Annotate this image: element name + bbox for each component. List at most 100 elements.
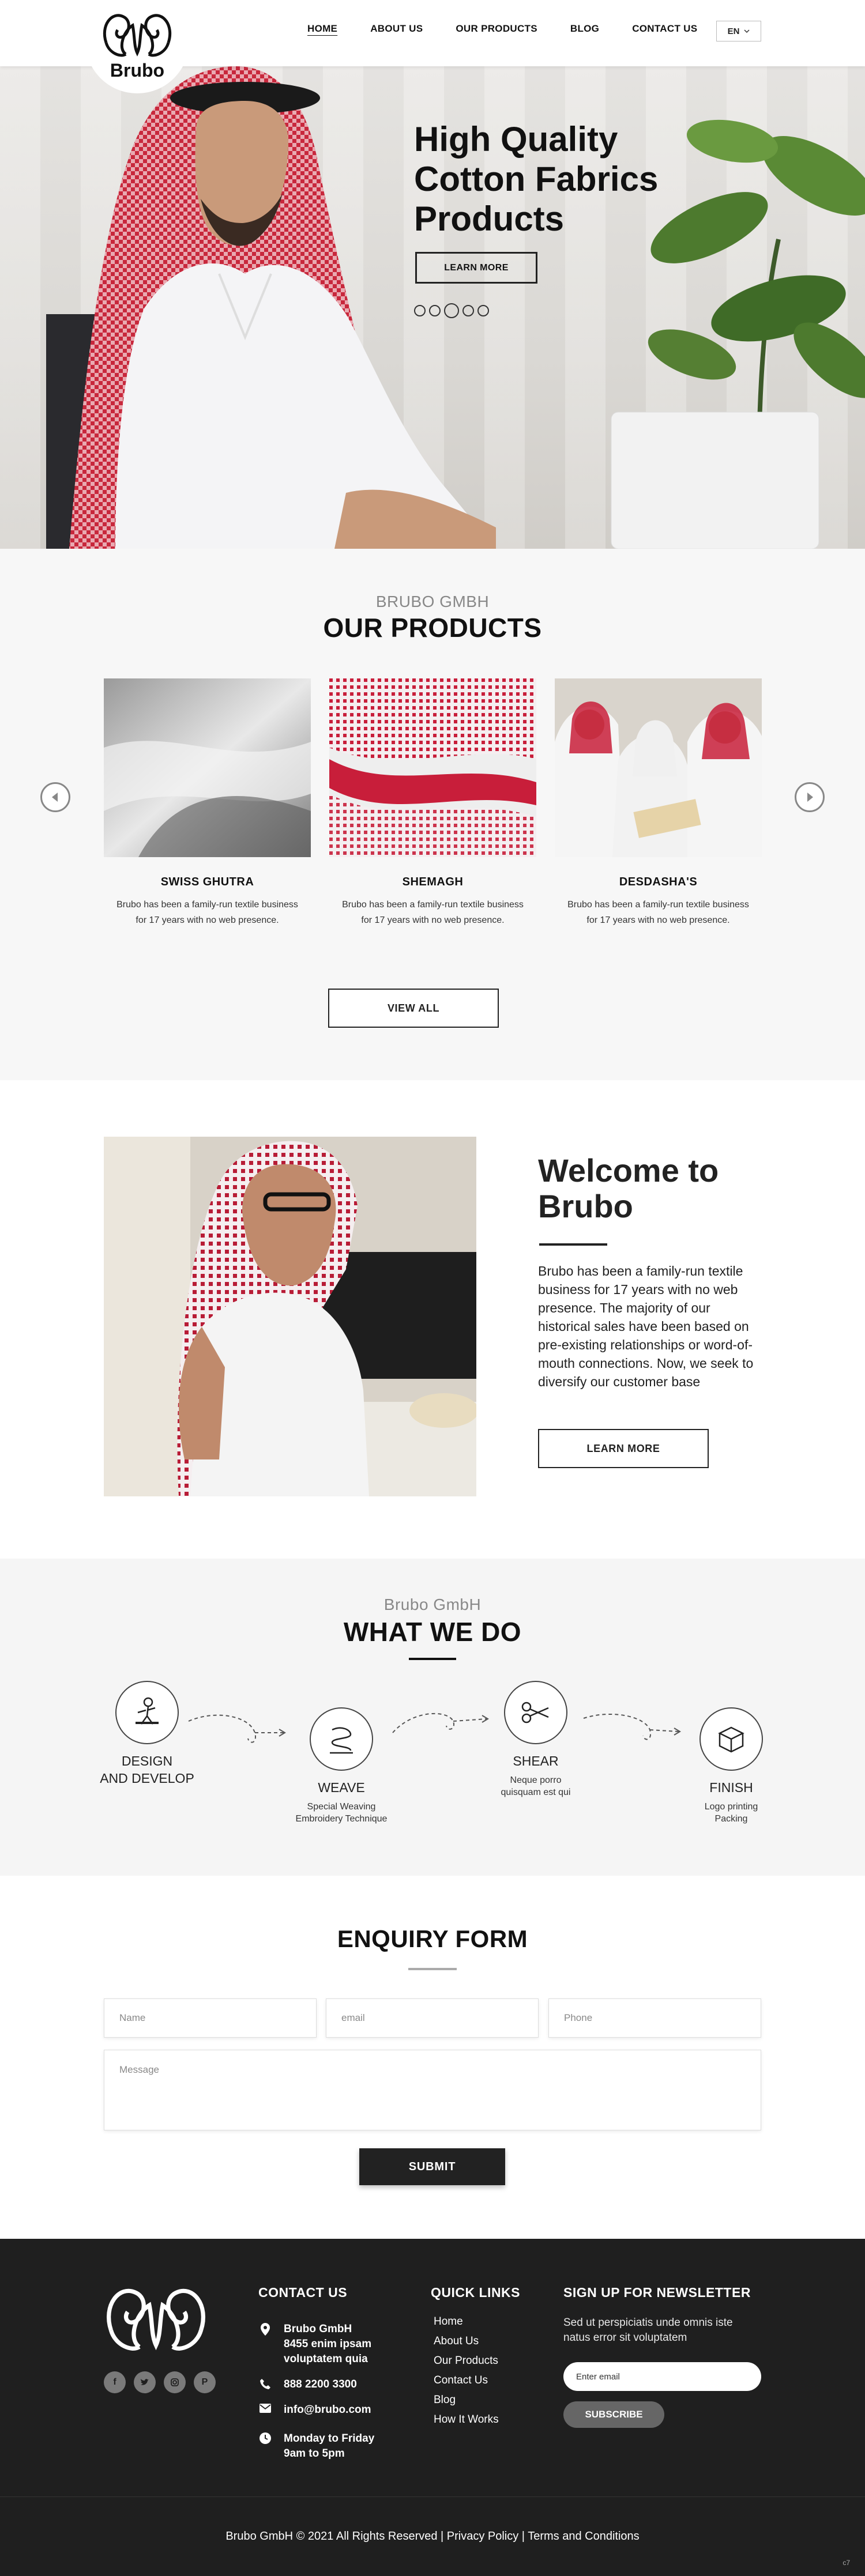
product-image-desdashas [555, 678, 762, 857]
step-title: SHEAR [513, 1753, 559, 1768]
welcome-image-man [104, 1137, 476, 1496]
nav-our-products[interactable]: OUR PRODUCTS [456, 23, 537, 35]
product-name: DESDASHA'S [619, 876, 698, 888]
footer-contact-heading: CONTACT US [258, 2285, 348, 2300]
product-card[interactable]: SWISS GHUTRA Brubo has been a family-run… [104, 678, 311, 928]
what-we-do-title: WHAT WE DO [343, 1617, 522, 1647]
footer-link-contact-us[interactable]: Contact Us [434, 2371, 499, 2390]
what-we-do-divider [409, 1658, 456, 1660]
submit-button[interactable]: SUBMIT [359, 2148, 505, 2185]
chevron-down-icon [744, 29, 750, 33]
what-we-do-section: Brubo GmbH WHAT WE DO DESIGN AND DEVELOP… [0, 1559, 865, 1876]
site-header: Brubo HOME ABOUT US OUR PRODUCTS BLOG CO… [0, 0, 865, 93]
phone-text[interactable]: 888 2200 3300 [284, 2377, 357, 2392]
nav-blog[interactable]: BLOG [570, 23, 599, 35]
corner-label: c7 [843, 2559, 850, 2567]
footer-logo-icon[interactable] [103, 2278, 209, 2356]
footer-link-blog[interactable]: Blog [434, 2390, 499, 2410]
welcome-section: Welcome to Brubo Brubo has been a family… [0, 1080, 865, 1559]
welcome-text: Brubo has been a family-run textile busi… [538, 1264, 754, 1389]
footer-link-our-products[interactable]: Our Products [434, 2351, 499, 2371]
hero-banner: High Quality Cotton Fabrics Products LEA… [0, 66, 865, 549]
hours-text: Monday to Friday 9am to 5pm [284, 2432, 375, 2460]
welcome-title-text: Welcome to Brubo [538, 1152, 719, 1224]
product-description: Brubo has been a family-run textile busi… [567, 900, 749, 925]
name-input[interactable]: Name [104, 1998, 317, 2038]
subscribe-button[interactable]: SUBSCRIBE [563, 2401, 664, 2428]
quick-links-list: Home About Us Our Products Contact Us Bl… [434, 2312, 499, 2430]
footer-link-how-it-works[interactable]: How It Works [434, 2410, 499, 2430]
arrow-left-icon [52, 793, 58, 802]
weave-icon [310, 1707, 373, 1771]
message-textarea[interactable]: Message [104, 2050, 761, 2130]
twitter-icon[interactable] [134, 2371, 156, 2393]
newsletter-email-input[interactable]: Enter email [563, 2362, 761, 2391]
step-title: WEAVE [318, 1780, 365, 1795]
copyright-text: Brubo GmbH © 2021 All Rights Reserved | … [225, 2530, 640, 2543]
nav-about-us[interactable]: ABOUT US [370, 23, 423, 35]
footer-email: info@brubo.com [258, 2402, 371, 2417]
product-description: Brubo has been a family-run textile busi… [342, 900, 524, 925]
welcome-learn-more-button[interactable]: LEARN MORE [538, 1429, 709, 1468]
welcome-divider [539, 1243, 607, 1246]
instagram-icon[interactable] [164, 2371, 186, 2393]
carousel-prev-button[interactable] [40, 782, 70, 812]
slider-dot-1[interactable] [414, 305, 426, 316]
box-icon [699, 1707, 763, 1771]
footer-link-about-us[interactable]: About Us [434, 2332, 499, 2351]
product-name: SHEMAGH [402, 876, 464, 888]
slider-dot-5[interactable] [477, 305, 489, 316]
product-card[interactable]: DESDASHA'S Brubo has been a family-run t… [555, 678, 762, 928]
main-nav: HOME ABOUT US OUR PRODUCTS BLOG CONTACT … [307, 23, 730, 35]
welcome-title: Welcome to Brubo [538, 1153, 746, 1224]
pinterest-icon[interactable]: P [194, 2371, 216, 2393]
language-value: EN [727, 26, 740, 36]
phone-icon [260, 2379, 270, 2389]
step-description: Logo printing Packing [704, 1802, 758, 1824]
hero-title: High Quality Cotton Fabrics Products [414, 120, 659, 238]
footer-divider [0, 2496, 865, 2497]
scissors-icon [504, 1681, 567, 1744]
footer-link-home[interactable]: Home [434, 2312, 499, 2332]
our-products-section: BRUBO GMBH OUR PRODUCTS SWISS GHUTRA Bru… [0, 549, 865, 1080]
email-text[interactable]: info@brubo.com [284, 2402, 371, 2417]
slider-dot-2[interactable] [429, 305, 441, 316]
product-image-shemagh [329, 678, 536, 857]
footer-quick-links-heading: QUICK LINKS [431, 2285, 520, 2300]
slider-dot-3[interactable] [444, 303, 459, 318]
language-select[interactable]: EN [716, 21, 761, 42]
site-footer: f P CONTACT US Brubo GmbH 8455 enim ipsa… [0, 2239, 865, 2576]
products-title: OUR PRODUCTS [323, 613, 542, 643]
carousel-next-button[interactable] [795, 782, 825, 812]
footer-hours: Monday to Friday 9am to 5pm [258, 2431, 374, 2461]
enquiry-divider [408, 1968, 457, 1970]
logo-text: Brubo [110, 60, 165, 81]
social-links: f P [104, 2371, 216, 2393]
product-card[interactable]: SHEMAGH Brubo has been a family-run text… [329, 678, 536, 928]
slider-dots [414, 303, 489, 318]
slider-dot-4[interactable] [462, 305, 474, 316]
footer-address: Brubo GmbH 8455 enim ipsam voluptatem qu… [258, 2322, 371, 2367]
what-we-do-subtitle: Brubo GmbH [383, 1596, 482, 1613]
product-image-swiss-ghutra [104, 678, 311, 857]
product-description: Brubo has been a family-run textile busi… [116, 900, 298, 925]
product-name: SWISS GHUTRA [160, 876, 254, 888]
products-subtitle: BRUBO GMBH [375, 593, 490, 610]
phone-input[interactable]: Phone [548, 1998, 761, 2038]
address-text: Brubo GmbH 8455 enim ipsam voluptatem qu… [284, 2323, 372, 2365]
view-all-button[interactable]: VIEW ALL [328, 989, 499, 1028]
arrow-right-icon [807, 793, 813, 802]
location-pin-icon [261, 2323, 270, 2336]
facebook-icon[interactable]: f [104, 2371, 126, 2393]
enquiry-form-section: ENQUIRY FORM Name email Phone Message SU… [0, 1876, 865, 2239]
clock-icon [260, 2432, 271, 2444]
enquiry-title: ENQUIRY FORM [337, 1925, 528, 1952]
process-step: FINISH Logo printing Packing [662, 1707, 800, 1825]
nav-contact-us[interactable]: CONTACT US [632, 23, 697, 35]
email-input[interactable]: email [326, 1998, 539, 2038]
newsletter-text: Sed ut perspiciatis unde omnis iste natu… [563, 2317, 733, 2344]
hero-learn-more-button[interactable]: LEARN MORE [415, 252, 537, 284]
step-description: Neque porro quisquam est qui [501, 1775, 571, 1797]
nav-home[interactable]: HOME [307, 23, 337, 35]
step-title: DESIGN AND DEVELOP [100, 1753, 194, 1786]
